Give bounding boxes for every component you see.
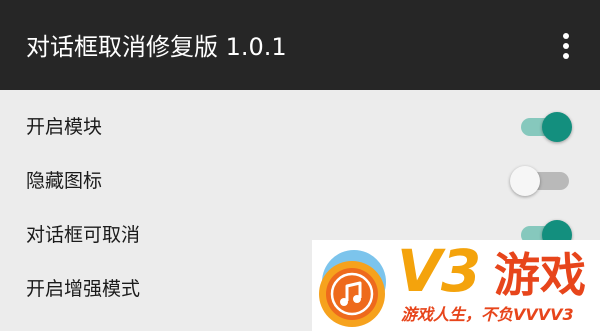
hide-icon-switch[interactable]: [506, 166, 576, 196]
more-vert-icon: [563, 33, 569, 59]
watermark-brand-text: 游戏: [494, 248, 586, 302]
switch-thumb: [510, 166, 540, 196]
overflow-menu-button[interactable]: [550, 28, 582, 64]
setting-label: 开启模块: [26, 116, 103, 138]
watermark-logo-text: V3: [397, 237, 481, 305]
v3-logo-icon: [319, 250, 386, 327]
app-bar: 对话框取消修复版 1.0.1: [0, 0, 600, 90]
enable-module-switch[interactable]: [506, 112, 576, 142]
switch-thumb: [542, 112, 572, 142]
setting-row-hide-icon[interactable]: 隐藏图标: [0, 154, 600, 208]
setting-label: 隐藏图标: [26, 170, 103, 192]
setting-label: 对话框可取消: [26, 224, 141, 246]
watermark: V3 游戏 游戏人生，不负VVVV3: [312, 237, 600, 331]
setting-label: 开启增强模式: [26, 278, 141, 300]
app-title: 对话框取消修复版 1.0.1: [26, 33, 287, 61]
setting-row-enable-module[interactable]: 开启模块: [0, 100, 600, 154]
watermark-slogan: 游戏人生，不负VVVV3: [401, 305, 574, 324]
